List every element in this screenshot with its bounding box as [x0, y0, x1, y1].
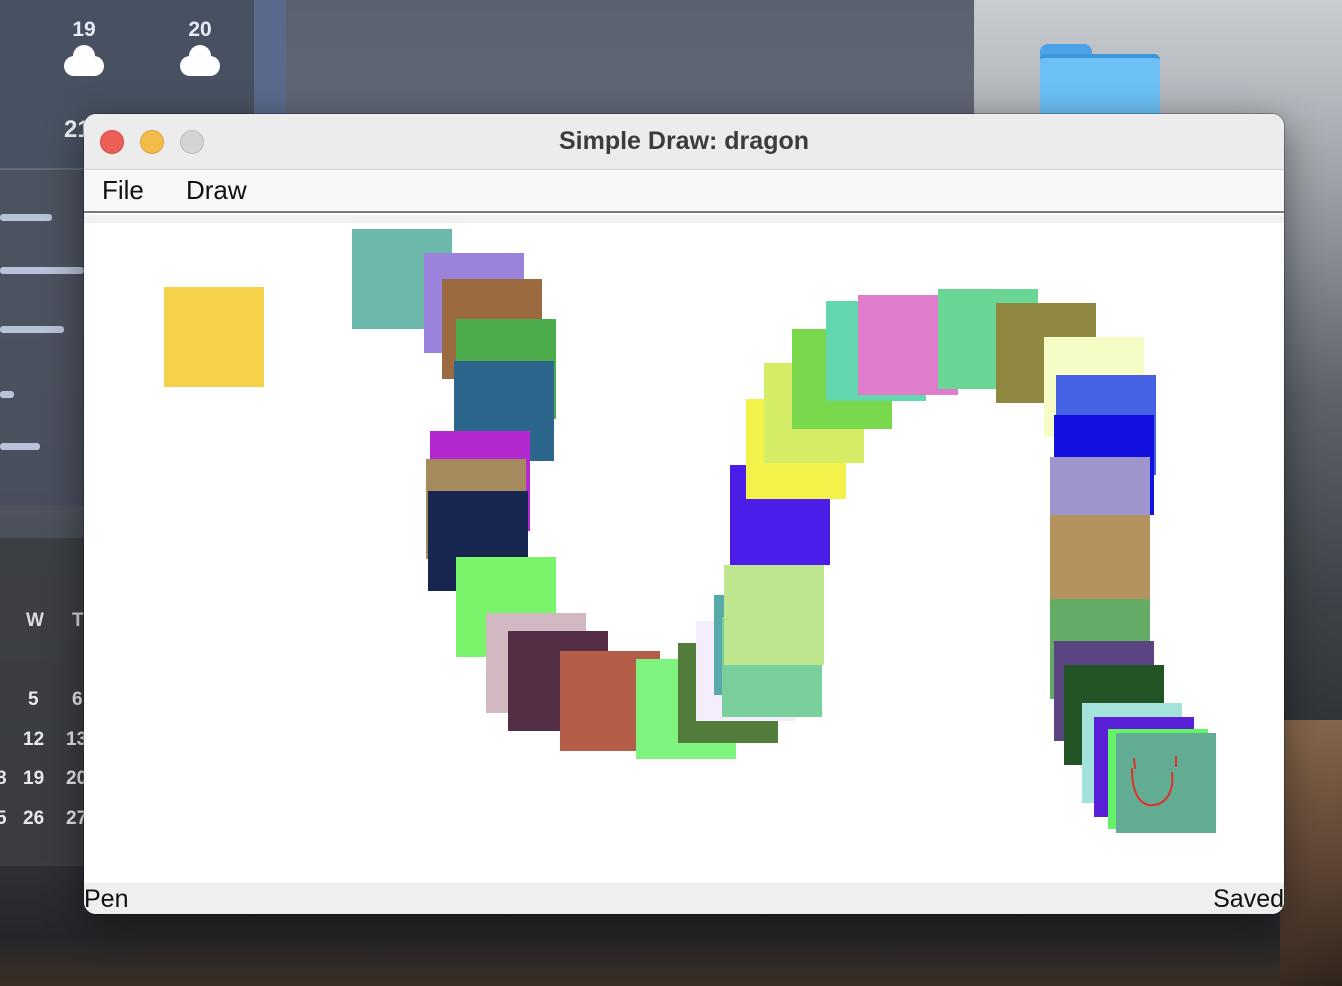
- menu-file[interactable]: File: [102, 175, 144, 206]
- weather-day: 20: [170, 18, 230, 76]
- calendar-date: 5: [0, 808, 7, 829]
- calendar-date: 8: [0, 768, 7, 789]
- calendar-weekday: W: [26, 610, 44, 631]
- title-bar[interactable]: Simple Draw: dragon: [84, 114, 1284, 170]
- reminders-widget[interactable]: [0, 170, 84, 506]
- list-item-line: [0, 326, 64, 333]
- status-bar: Pen Saved: [84, 883, 1284, 914]
- tool-status: Pen: [84, 885, 129, 913]
- calendar-date: 12: [23, 729, 45, 750]
- weather-day: 19: [54, 18, 114, 76]
- menu-bar: File Draw: [84, 171, 1284, 213]
- smiley-drawing: [1131, 756, 1177, 807]
- list-item-line: [0, 214, 52, 221]
- hill-slope: [1280, 720, 1342, 986]
- weather-day-label: 19: [72, 18, 96, 41]
- calendar-date: 26: [23, 808, 45, 829]
- calendar-date: 19: [23, 768, 45, 789]
- menu-separator: [84, 215, 1284, 223]
- calendar-widget[interactable]: W T 5 6 12 13 8 19 20 5 26 27: [0, 538, 87, 866]
- calendar-weekday: T: [72, 610, 84, 631]
- folder-icon[interactable]: [1040, 44, 1160, 118]
- folder-body: [1040, 54, 1160, 118]
- cloud-icon: [64, 45, 104, 76]
- list-item-line: [0, 267, 84, 274]
- list-item-line: [0, 391, 14, 398]
- list-item-line: [0, 443, 40, 450]
- calendar-date: 5: [28, 689, 39, 710]
- menu-draw[interactable]: Draw: [186, 175, 247, 206]
- calendar-date: 6: [72, 689, 83, 710]
- weather-day-label: 20: [188, 18, 212, 41]
- window-title: Simple Draw: dragon: [558, 127, 810, 155]
- drawn-square[interactable]: [724, 565, 824, 665]
- drawn-square[interactable]: [164, 287, 264, 387]
- simple-draw-window: Simple Draw: dragon File Draw Pen Saved: [84, 114, 1284, 914]
- save-status: Saved: [1213, 885, 1284, 913]
- drawing-canvas[interactable]: [84, 223, 1284, 883]
- cloud-icon: [180, 45, 220, 76]
